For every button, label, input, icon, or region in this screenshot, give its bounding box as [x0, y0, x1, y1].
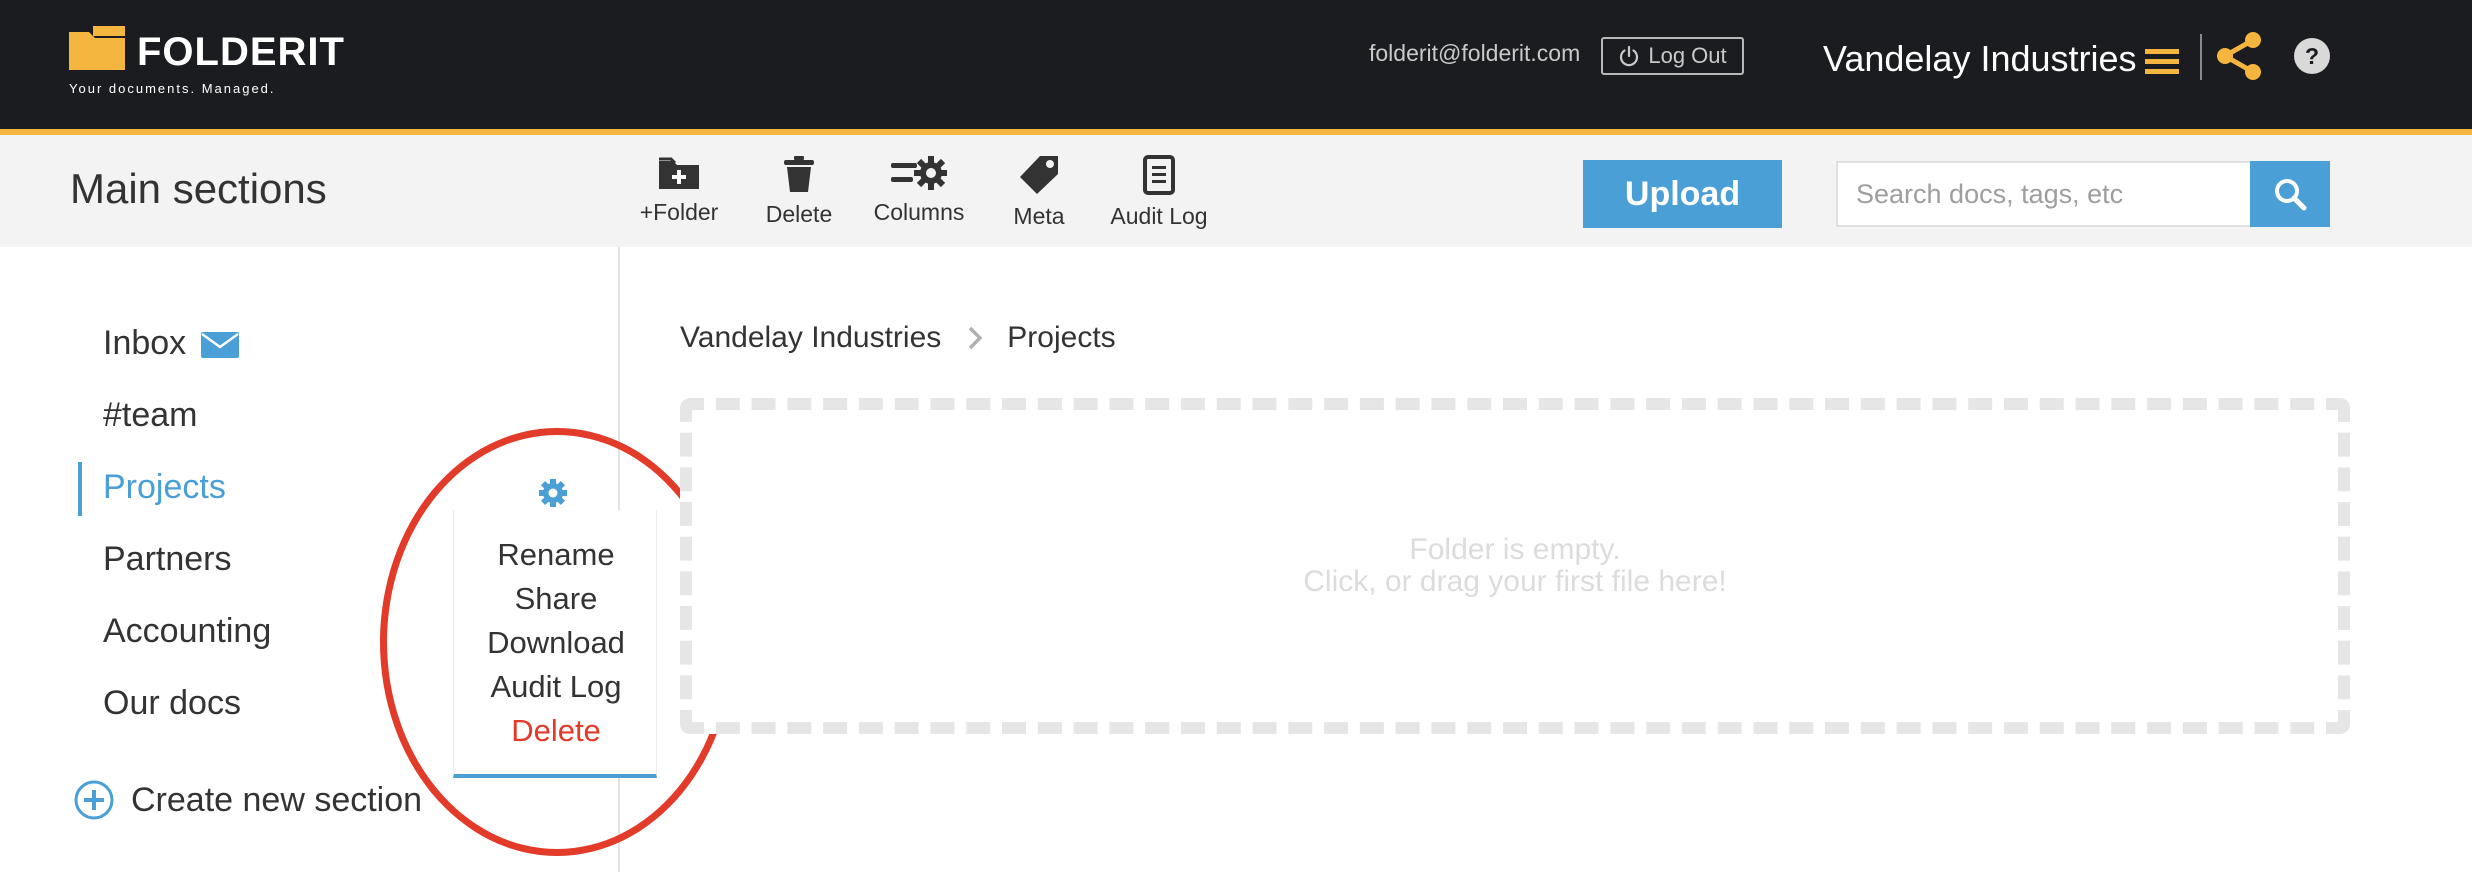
sidebar-item-our-docs[interactable]: Our docs [103, 684, 241, 723]
sidebar-item-projects[interactable]: Projects [103, 468, 226, 507]
new-folder-button[interactable]: +Folder [614, 155, 744, 235]
organization-name[interactable]: Vandelay Industries [1823, 38, 2137, 80]
menu-item-delete[interactable]: Delete [454, 713, 658, 749]
columns-label: Columns [873, 199, 965, 225]
sidebar-item-partners[interactable]: Partners [103, 540, 232, 579]
audit-log-button[interactable]: Audit Log [1094, 155, 1224, 235]
sidebar-item-team[interactable]: #team [103, 396, 198, 435]
plus-circle-icon [74, 780, 114, 820]
meta-button[interactable]: Meta [974, 155, 1104, 235]
toolbar: Main sections +Folder Delete Columns Met… [0, 135, 2472, 247]
active-item-indicator [78, 462, 82, 516]
search-input[interactable] [1836, 161, 2250, 227]
upload-button[interactable]: Upload [1583, 160, 1782, 228]
gear-icon[interactable] [538, 478, 568, 508]
logo-text: FOLDERIT [137, 30, 345, 74]
top-bar: FOLDERIT Your documents. Managed. folder… [0, 0, 2472, 129]
user-email: folderit@folderit.com [1369, 40, 1581, 66]
dropzone-empty-text: Folder is empty. [1409, 533, 1621, 566]
create-section-button[interactable]: Create new section [73, 778, 422, 822]
document-list-icon [1143, 155, 1175, 195]
help-icon[interactable]: ? [2294, 38, 2330, 74]
power-icon [1620, 45, 1639, 67]
trash-icon [784, 156, 814, 192]
page-title: Main sections [70, 165, 327, 212]
breadcrumb-item-current: Projects [1007, 321, 1116, 354]
file-dropzone[interactable]: Folder is empty. Click, or drag your fir… [680, 398, 2350, 734]
folder-logo-icon [69, 26, 125, 70]
breadcrumb: Vandelay Industries Projects [680, 316, 1116, 360]
chevron-right-icon [967, 325, 983, 351]
breadcrumb-item-root[interactable]: Vandelay Industries [680, 321, 941, 355]
menu-item-rename[interactable]: Rename [454, 537, 658, 573]
hamburger-menu-icon[interactable] [2145, 47, 2179, 77]
search-icon [2275, 179, 2307, 211]
sidebar-item-inbox[interactable]: Inbox [103, 324, 186, 363]
delete-button[interactable]: Delete [734, 155, 864, 235]
logout-label: Log Out [1648, 43, 1727, 68]
section-context-menu: Rename Share Download Audit Log Delete [453, 510, 657, 778]
dropzone-hint-text: Click, or drag your first file here! [1303, 565, 1727, 598]
columns-button[interactable]: Columns [854, 155, 984, 235]
delete-label: Delete [765, 201, 833, 227]
menu-item-share[interactable]: Share [454, 581, 658, 617]
share-icon[interactable] [2215, 30, 2263, 82]
audit-log-label: Audit Log [1110, 203, 1208, 229]
menu-item-download[interactable]: Download [454, 625, 658, 661]
tag-icon [1020, 156, 1058, 194]
sidebar-item-accounting[interactable]: Accounting [103, 612, 271, 651]
new-folder-label: +Folder [639, 199, 719, 225]
create-section-label: Create new section [131, 780, 423, 819]
envelope-icon [201, 332, 239, 358]
search-button[interactable] [2250, 161, 2330, 227]
logo-tagline: Your documents. Managed. [69, 81, 276, 96]
folder-plus-icon [659, 157, 699, 189]
folderit-logo[interactable]: FOLDERIT Your documents. Managed. [69, 26, 369, 98]
columns-settings-icon [891, 156, 947, 190]
header-divider [2200, 34, 2202, 80]
menu-item-audit-log[interactable]: Audit Log [454, 669, 658, 705]
meta-label: Meta [1013, 203, 1065, 229]
logout-button[interactable]: Log Out [1601, 37, 1744, 75]
help-label: ? [2304, 42, 2320, 69]
